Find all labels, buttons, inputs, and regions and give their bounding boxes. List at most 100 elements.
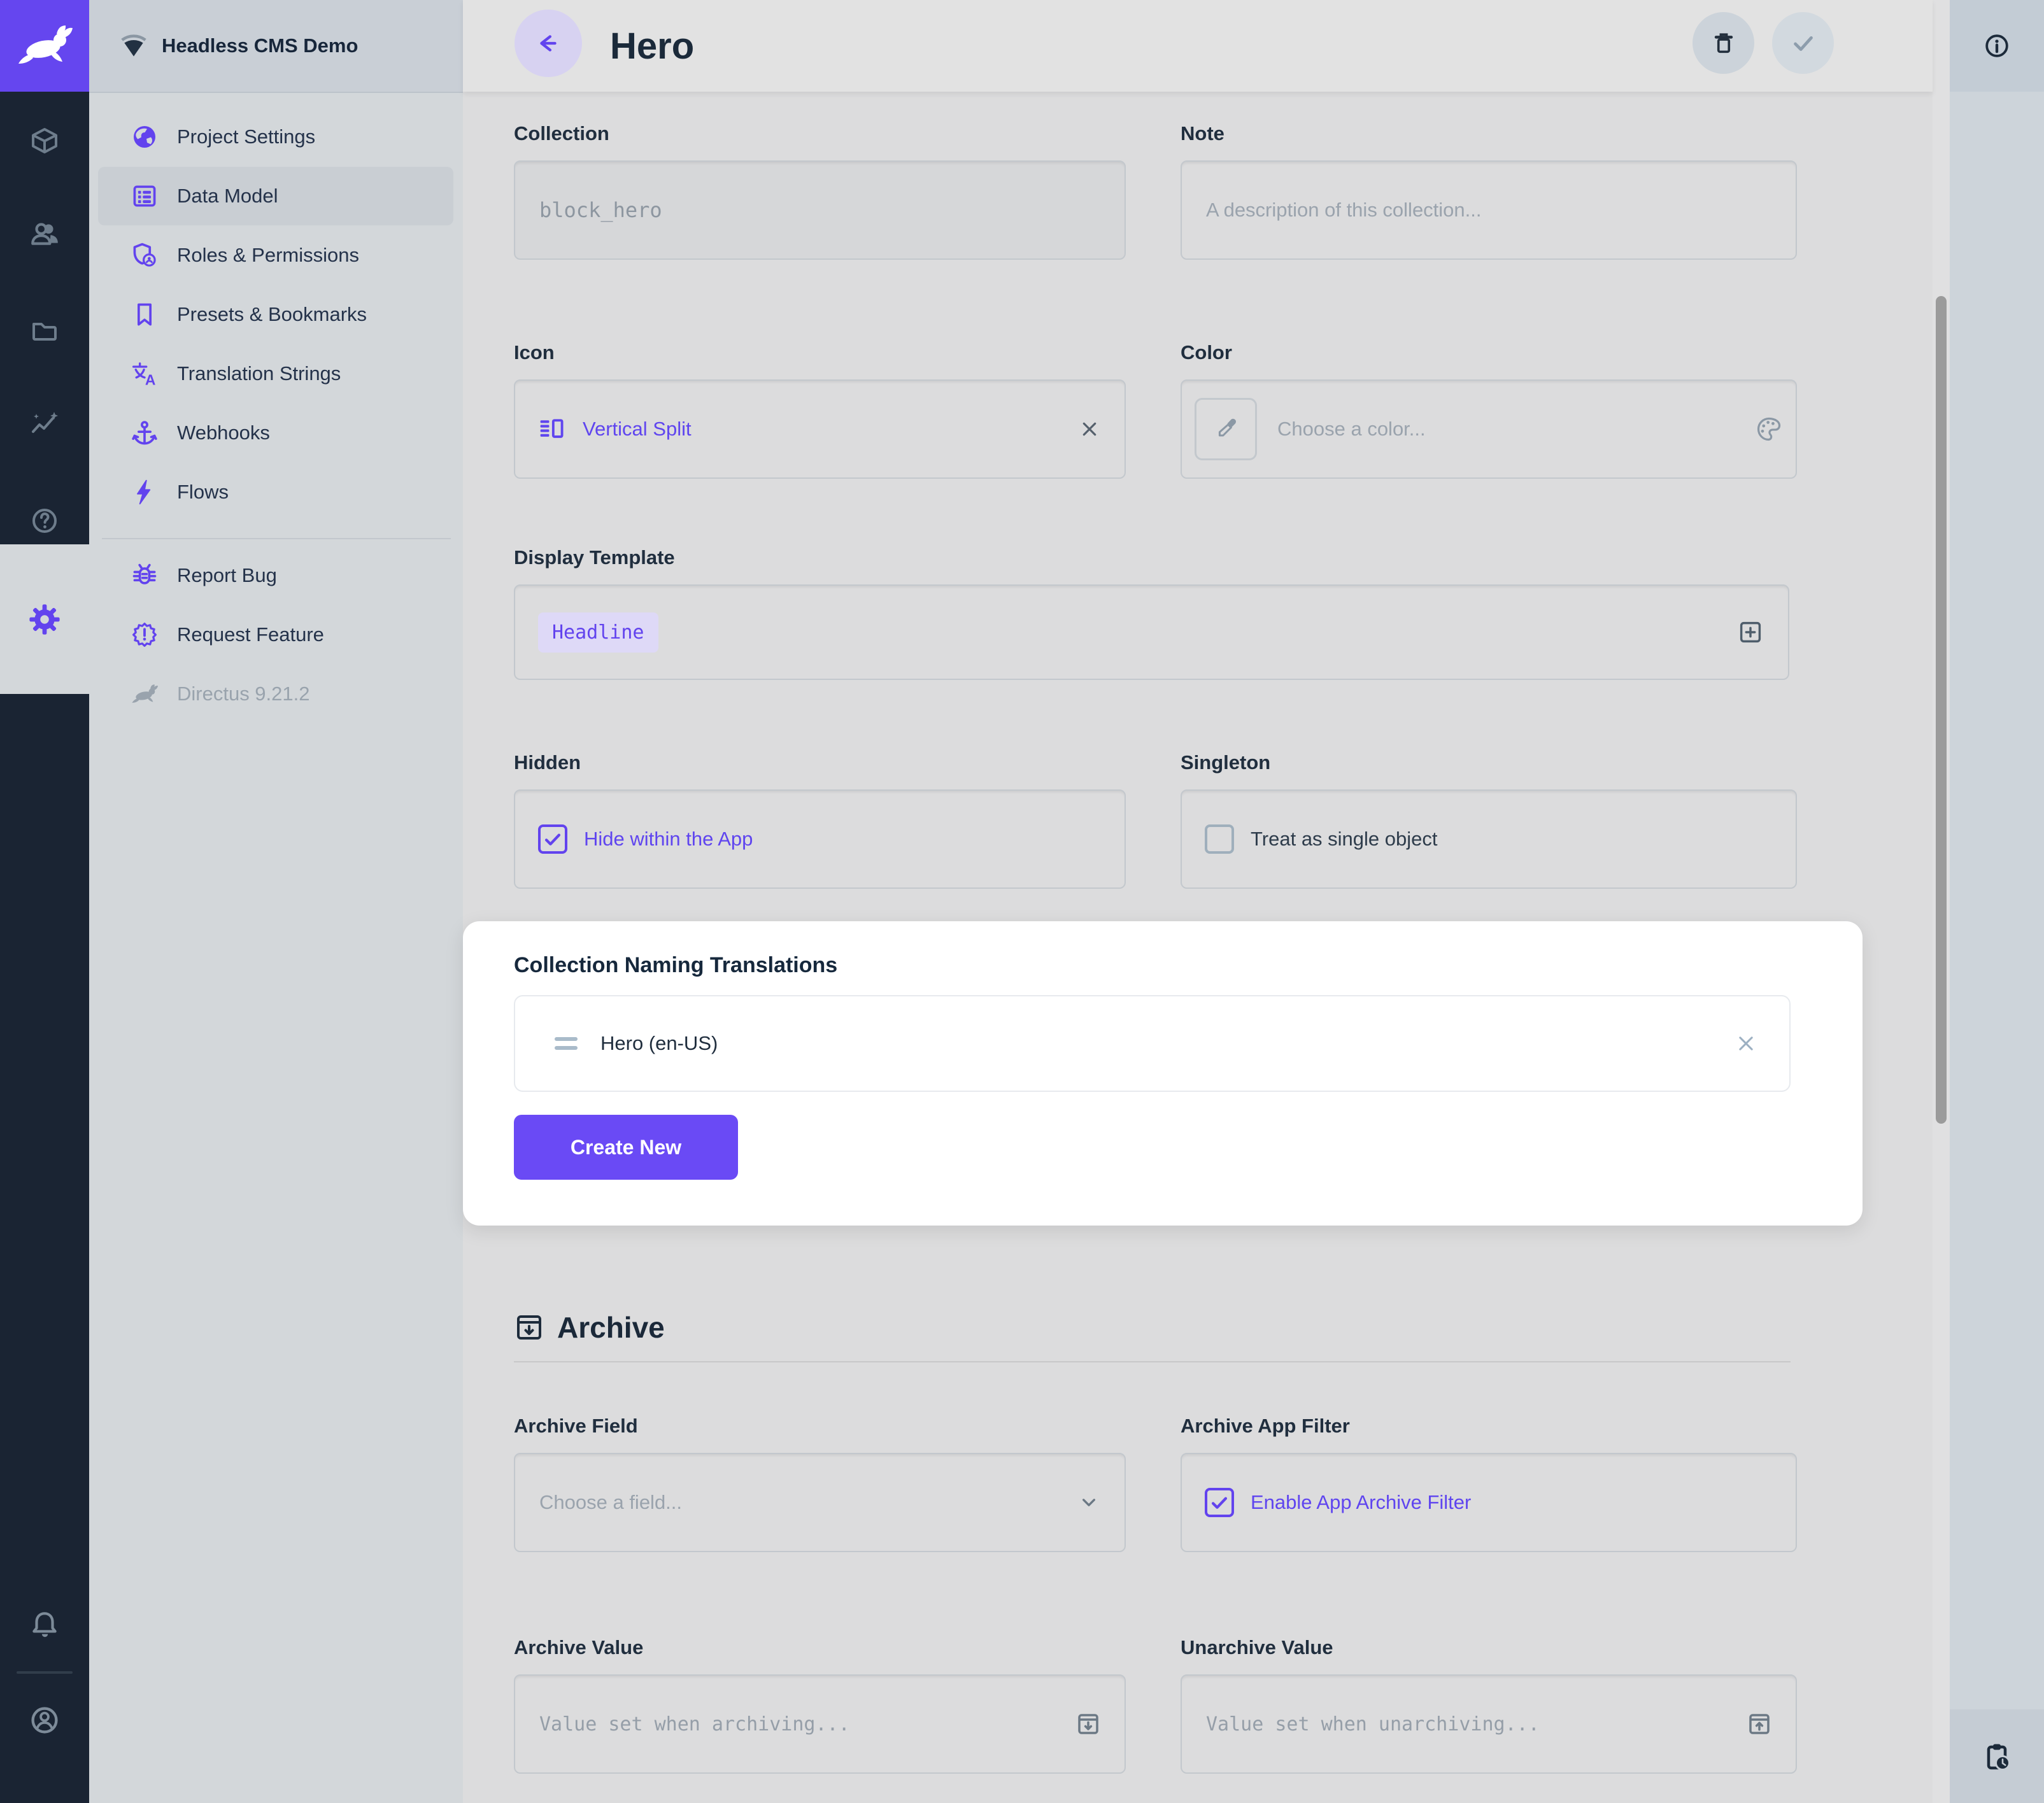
sidebar-item-label: Flows	[177, 481, 229, 504]
singleton-checkbox-label: Treat as single object	[1251, 828, 1438, 851]
settings-sidebar: Headless CMS Demo Project Settings Data …	[89, 0, 463, 1803]
notifications-button[interactable]	[0, 1593, 89, 1657]
sidebar-item-request-feature[interactable]: Request Feature	[98, 605, 453, 664]
color-swatch-button[interactable]	[1195, 398, 1257, 460]
sidebar-item-data-model[interactable]: Data Model	[98, 167, 453, 225]
right-sidebar	[1950, 0, 2044, 1803]
archive-down-icon	[1075, 1711, 1102, 1737]
display-template-input[interactable]: Headline	[514, 584, 1789, 680]
directus-logo[interactable]	[0, 0, 89, 92]
bolt-icon	[130, 477, 159, 507]
sidebar-item-webhooks[interactable]: Webhooks	[98, 404, 453, 462]
remove-translation-button[interactable]	[1733, 1031, 1759, 1056]
translate-icon: A	[130, 359, 159, 388]
sidebar-item-flows[interactable]: Flows	[98, 463, 453, 521]
bug-icon	[130, 561, 159, 590]
info-icon	[1982, 31, 2012, 60]
checkbox-checked-icon[interactable]	[1205, 1488, 1234, 1517]
avatar-icon	[28, 1704, 61, 1737]
sidebar-item-label: Translation Strings	[177, 362, 341, 385]
archive-app-filter-toggle[interactable]: Enable App Archive Filter	[1181, 1453, 1797, 1552]
hidden-label: Hidden	[514, 751, 1126, 774]
info-sidebar-toggle[interactable]	[1950, 0, 2044, 92]
account-button[interactable]	[0, 1688, 89, 1752]
archive-section-heading: Archive	[514, 1310, 665, 1345]
palette-button[interactable]	[1755, 415, 1783, 443]
color-input[interactable]	[1181, 379, 1797, 479]
archive-field-value[interactable]	[538, 1490, 1076, 1515]
trash-icon	[1710, 29, 1738, 57]
sidebar-item-label: Presets & Bookmarks	[177, 303, 367, 326]
checkbox-unchecked-icon[interactable]	[1205, 824, 1234, 854]
unarchive-value-input[interactable]	[1181, 1674, 1797, 1774]
module-bar	[0, 0, 89, 1803]
help-icon	[29, 506, 60, 536]
module-insights-button[interactable]	[0, 392, 89, 456]
sidebar-item-label: Data Model	[177, 185, 278, 208]
template-field-chip[interactable]: Headline	[538, 612, 658, 653]
sidebar-item-translation-strings[interactable]: A Translation Strings	[98, 344, 453, 403]
clear-icon-button[interactable]	[1077, 417, 1102, 441]
insights-icon	[29, 409, 60, 439]
rabbit-logo-icon	[14, 25, 75, 66]
scrollbar-thumb[interactable]	[1936, 296, 1947, 1124]
archive-value-field[interactable]	[538, 1713, 1075, 1736]
translations-heading: Collection Naming Translations	[514, 953, 837, 978]
singleton-toggle[interactable]: Treat as single object	[1181, 789, 1797, 889]
save-button[interactable]	[1772, 12, 1834, 74]
module-help-button[interactable]	[0, 489, 89, 553]
checkbox-checked-icon[interactable]	[538, 824, 567, 854]
shield-person-icon	[130, 241, 159, 270]
sidebar-item-report-bug[interactable]: Report Bug	[98, 546, 453, 605]
display-template-label: Display Template	[514, 546, 1789, 569]
unarchive-value-label: Unarchive Value	[1181, 1636, 1797, 1659]
archive-field-select[interactable]	[514, 1453, 1126, 1552]
folder-icon	[29, 316, 60, 346]
gear-icon	[27, 602, 62, 637]
hidden-checkbox-label: Hide within the App	[584, 828, 753, 851]
add-template-field-button[interactable]	[1736, 618, 1765, 647]
main-content: Hero Collection Note Icon Color	[463, 0, 1933, 1803]
delete-button[interactable]	[1693, 12, 1754, 74]
collection-input[interactable]	[514, 160, 1126, 260]
globe-icon	[130, 122, 159, 152]
project-name: Headless CMS Demo	[162, 34, 358, 57]
bell-icon	[29, 1609, 60, 1641]
note-field[interactable]	[1205, 198, 1773, 222]
sidebar-item-roles-permissions[interactable]: Roles & Permissions	[98, 226, 453, 285]
sidebar-item-label: Report Bug	[177, 564, 277, 587]
chevron-down-icon	[1076, 1490, 1102, 1515]
archive-icon	[514, 1312, 544, 1343]
singleton-label: Singleton	[1181, 751, 1797, 774]
collection-naming-translations-card: Collection Naming Translations Hero (en-…	[463, 921, 1863, 1226]
archive-divider	[514, 1361, 1791, 1362]
module-users-button[interactable]	[0, 202, 89, 265]
back-button[interactable]	[515, 10, 582, 77]
note-input[interactable]	[1181, 160, 1797, 260]
note-label: Note	[1181, 122, 1797, 145]
archive-filter-checkbox-label: Enable App Archive Filter	[1251, 1491, 1471, 1514]
module-settings-button-active[interactable]	[0, 544, 89, 694]
archive-value-input[interactable]	[514, 1674, 1126, 1774]
unarchive-value-field[interactable]	[1205, 1713, 1746, 1736]
create-new-button[interactable]: Create New	[514, 1115, 738, 1180]
sidebar-item-label: Webhooks	[177, 421, 270, 444]
translation-item-label: Hero (en-US)	[600, 1032, 718, 1055]
module-collections-button[interactable]	[0, 109, 89, 173]
module-files-button[interactable]	[0, 299, 89, 363]
color-field[interactable]	[1276, 417, 1755, 441]
translation-list-item[interactable]: Hero (en-US)	[514, 995, 1791, 1092]
collection-label: Collection	[514, 122, 1126, 145]
unarchive-up-icon	[1746, 1711, 1773, 1737]
vertical-split-icon	[538, 415, 566, 443]
icon-input[interactable]: Vertical Split	[514, 379, 1126, 479]
drag-handle-icon[interactable]	[555, 1037, 578, 1050]
revisions-toggle[interactable]	[1950, 1709, 2044, 1803]
sidebar-item-project-settings[interactable]: Project Settings	[98, 108, 453, 166]
eyedropper-icon	[1213, 416, 1238, 442]
svg-text:A: A	[145, 371, 156, 388]
check-icon	[1789, 29, 1818, 58]
project-header[interactable]: Headless CMS Demo	[89, 0, 463, 93]
hidden-toggle[interactable]: Hide within the App	[514, 789, 1126, 889]
sidebar-item-presets-bookmarks[interactable]: Presets & Bookmarks	[98, 285, 453, 344]
